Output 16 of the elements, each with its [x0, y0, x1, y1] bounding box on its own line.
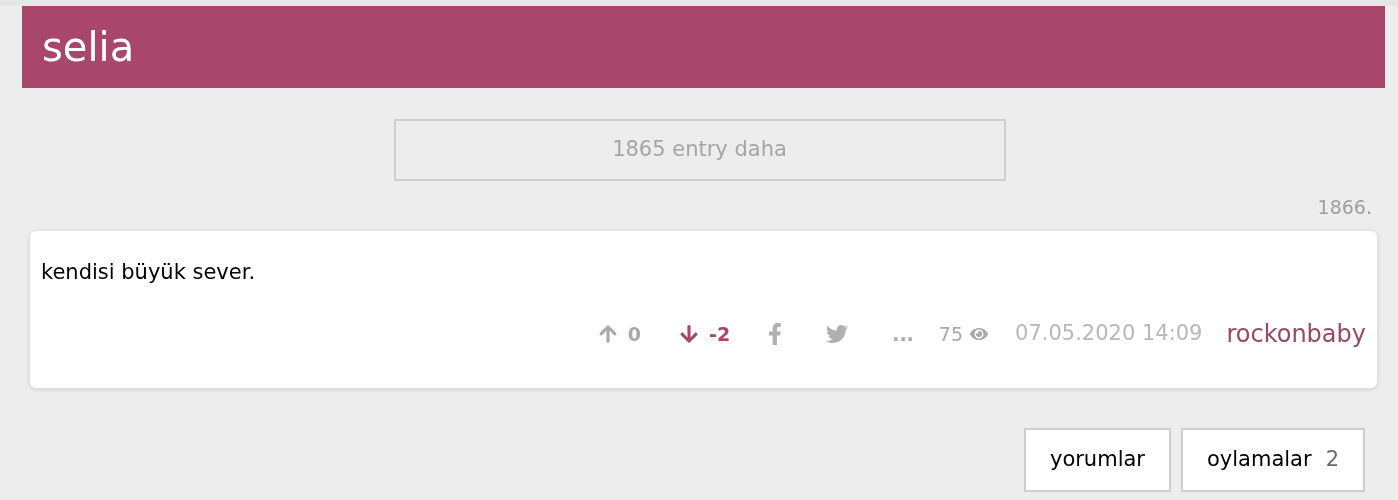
topic-title[interactable]: selia	[42, 27, 135, 67]
facebook-icon[interactable]	[768, 323, 783, 345]
arrow-up-icon	[597, 324, 618, 344]
button-label: oylamalar	[1206, 446, 1312, 474]
entry-number: 1866.	[1317, 195, 1372, 219]
view-count: 75	[938, 321, 963, 347]
twitter-icon[interactable]	[824, 323, 851, 345]
button-label: yorumlar	[1049, 446, 1145, 474]
eye-icon	[969, 326, 989, 342]
vote-count: 2	[1325, 446, 1339, 474]
arrow-down-icon	[679, 324, 700, 344]
votes-button[interactable]: oylamalar 2	[1180, 428, 1365, 492]
author-link[interactable]: rockonbaby	[1226, 316, 1366, 352]
comments-button[interactable]: yorumlar	[1023, 428, 1171, 492]
entry-text: kendisi büyük sever.	[41, 259, 257, 286]
downvote-button[interactable]: -2	[679, 319, 731, 349]
